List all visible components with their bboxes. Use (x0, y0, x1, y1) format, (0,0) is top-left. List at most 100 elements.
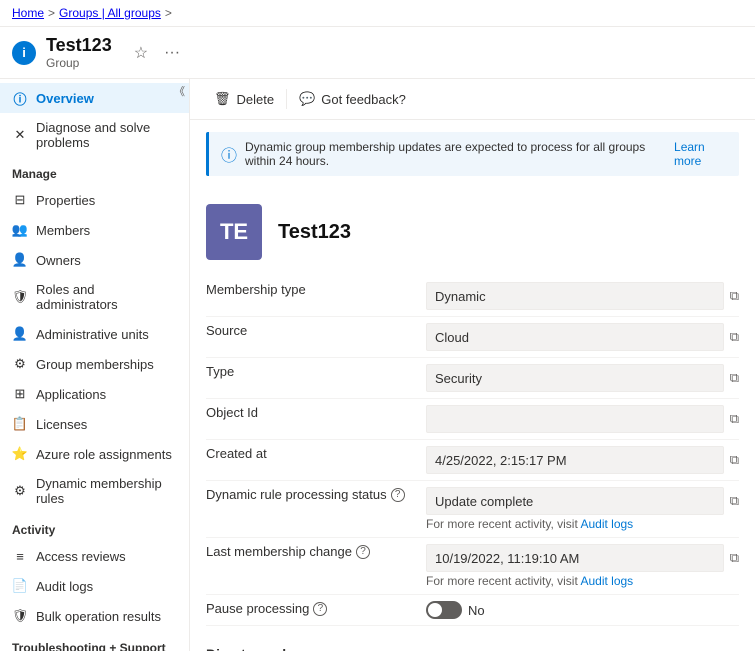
prop-row-dynamic-rule: Dynamic rule processing status ? Update … (206, 481, 739, 538)
main-layout: 《 ⓘ Overview ✕ Diagnose and solve proble… (0, 79, 755, 651)
azure-roles-icon: ⭐ (12, 446, 28, 462)
manage-section-label: Manage (0, 157, 189, 185)
applications-icon: ⊞ (12, 386, 28, 402)
last-membership-info-icon[interactable]: ? (356, 545, 370, 559)
sidebar-item-bulk-ops[interactable]: 🛡 Bulk operation results (0, 601, 189, 631)
source-value-container: Cloud ⧉ (426, 323, 739, 351)
sidebar-item-members[interactable]: 👥 Members (0, 215, 189, 245)
group-header: TE Test123 (190, 188, 755, 268)
toolbar: 🗑 Delete 💬 Got feedback? (190, 79, 755, 120)
more-options-button[interactable]: ··· (160, 41, 184, 65)
roles-icon: 🛡 (12, 289, 28, 305)
sidebar-item-audit-logs[interactable]: 📄 Audit logs (0, 571, 189, 601)
sidebar-item-azure-roles[interactable]: ⭐ Azure role assignments (0, 439, 189, 469)
overview-icon: ⓘ (12, 90, 28, 106)
pause-label: Pause processing ? (206, 601, 426, 616)
sidebar-item-group-memberships[interactable]: ⚙ Group memberships (0, 349, 189, 379)
sidebar-item-roles[interactable]: 🛡 Roles and administrators (0, 275, 189, 319)
dynamic-rule-subtext: For more recent activity, visit Audit lo… (426, 517, 739, 531)
created-at-label: Created at (206, 446, 426, 461)
page-subtitle: Group (46, 56, 112, 70)
group-avatar: TE (206, 204, 262, 260)
properties-icon: ⊟ (12, 192, 28, 208)
toggle-track[interactable] (426, 601, 462, 619)
dynamic-rule-copy-icon[interactable]: ⧉ (730, 493, 739, 509)
sidebar-item-properties[interactable]: ⊟ Properties (0, 185, 189, 215)
info-icon: ⓘ (221, 142, 237, 166)
last-membership-value-container: 10/19/2022, 11:19:10 AM ⧉ (426, 544, 739, 572)
sidebar-item-owners[interactable]: 👤 Owners (0, 245, 189, 275)
last-membership-copy-icon[interactable]: ⧉ (730, 550, 739, 566)
sidebar-item-dynamic-rules[interactable]: ⚙ Dynamic membership rules (0, 469, 189, 513)
last-membership-audit-link[interactable]: Audit logs (580, 574, 633, 588)
pause-value-container: No (426, 601, 739, 619)
dynamic-rule-info-icon[interactable]: ? (391, 488, 405, 502)
membership-type-input: Dynamic (426, 282, 724, 310)
sidebar-item-overview-label: Overview (36, 91, 94, 106)
dynamic-rule-label: Dynamic rule processing status ? (206, 487, 426, 502)
last-membership-label: Last membership change ? (206, 544, 426, 559)
breadcrumb-home[interactable]: Home (12, 6, 44, 20)
prop-row-created-at: Created at 4/25/2022, 2:15:17 PM ⧉ (206, 440, 739, 481)
properties-table: Membership type Dynamic ⧉ Source Cloud ⧉ (190, 268, 755, 634)
sidebar-item-audit-logs-label: Audit logs (36, 579, 93, 594)
prop-row-type: Type Security ⧉ (206, 358, 739, 399)
last-membership-subtext: For more recent activity, visit Audit lo… (426, 574, 739, 588)
sidebar-item-overview[interactable]: ⓘ Overview (0, 83, 189, 113)
group-name: Test123 (278, 221, 351, 244)
banner-link[interactable]: Learn more (674, 140, 727, 168)
sidebar-item-dynamic-rules-label: Dynamic membership rules (36, 476, 177, 506)
dynamic-rule-audit-link[interactable]: Audit logs (580, 517, 633, 531)
dynamic-rule-input: Update complete (426, 487, 724, 515)
prop-row-source: Source Cloud ⧉ (206, 317, 739, 358)
delete-icon: 🗑 (214, 91, 231, 107)
sidebar-item-applications-label: Applications (36, 387, 106, 402)
membership-type-label: Membership type (206, 282, 426, 297)
pin-button[interactable]: ☆ (130, 41, 152, 65)
diagnose-icon: ✕ (12, 127, 28, 143)
sidebar-item-properties-label: Properties (36, 193, 95, 208)
sidebar-item-access-reviews-label: Access reviews (36, 549, 126, 564)
dynamic-rules-icon: ⚙ (12, 483, 28, 499)
object-id-copy-icon[interactable]: ⧉ (730, 411, 739, 427)
prop-row-object-id: Object Id ⧉ (206, 399, 739, 440)
troubleshooting-section-label: Troubleshooting + Support (0, 631, 189, 651)
pause-toggle[interactable]: No (426, 601, 485, 619)
sidebar-item-admin-units-label: Administrative units (36, 327, 149, 342)
group-memberships-icon: ⚙ (12, 356, 28, 372)
content-area: 🗑 Delete 💬 Got feedback? ⓘ Dynamic group… (190, 79, 755, 651)
source-input: Cloud (426, 323, 724, 351)
object-id-label: Object Id (206, 405, 426, 420)
sidebar-item-diagnose-label: Diagnose and solve problems (36, 120, 177, 150)
audit-logs-icon: 📄 (12, 578, 28, 594)
breadcrumb-groups[interactable]: Groups | All groups (59, 6, 161, 20)
sidebar: 《 ⓘ Overview ✕ Diagnose and solve proble… (0, 79, 190, 651)
object-id-input (426, 405, 724, 433)
pause-no-label: No (468, 603, 485, 618)
pause-info-icon[interactable]: ? (313, 602, 327, 616)
source-label: Source (206, 323, 426, 338)
banner-text: Dynamic group membership updates are exp… (245, 140, 666, 168)
feedback-button[interactable]: 💬 Got feedback? (291, 87, 414, 111)
type-value-container: Security ⧉ (426, 364, 739, 392)
sidebar-item-owners-label: Owners (36, 253, 81, 268)
sidebar-item-licenses[interactable]: 📋 Licenses (0, 409, 189, 439)
feedback-label: Got feedback? (321, 92, 406, 107)
created-at-copy-icon[interactable]: ⧉ (730, 452, 739, 468)
page-header: i Test123 Group ☆ ··· (0, 27, 755, 79)
sidebar-item-diagnose[interactable]: ✕ Diagnose and solve problems (0, 113, 189, 157)
delete-label: Delete (237, 92, 275, 107)
object-id-value-container: ⧉ (426, 405, 739, 433)
sidebar-item-roles-label: Roles and administrators (36, 282, 177, 312)
sidebar-item-applications[interactable]: ⊞ Applications (0, 379, 189, 409)
sidebar-item-licenses-label: Licenses (36, 417, 87, 432)
membership-type-copy-icon[interactable]: ⧉ (730, 288, 739, 304)
source-copy-icon[interactable]: ⧉ (730, 329, 739, 345)
type-copy-icon[interactable]: ⧉ (730, 370, 739, 386)
sidebar-item-access-reviews[interactable]: ≡ Access reviews (0, 541, 189, 571)
direct-members-title: Direct members (190, 634, 755, 651)
sidebar-item-admin-units[interactable]: 👤 Administrative units (0, 319, 189, 349)
last-membership-input: 10/19/2022, 11:19:10 AM (426, 544, 724, 572)
sidebar-collapse-button[interactable]: 《 (174, 83, 185, 99)
delete-button[interactable]: 🗑 Delete (206, 87, 282, 111)
